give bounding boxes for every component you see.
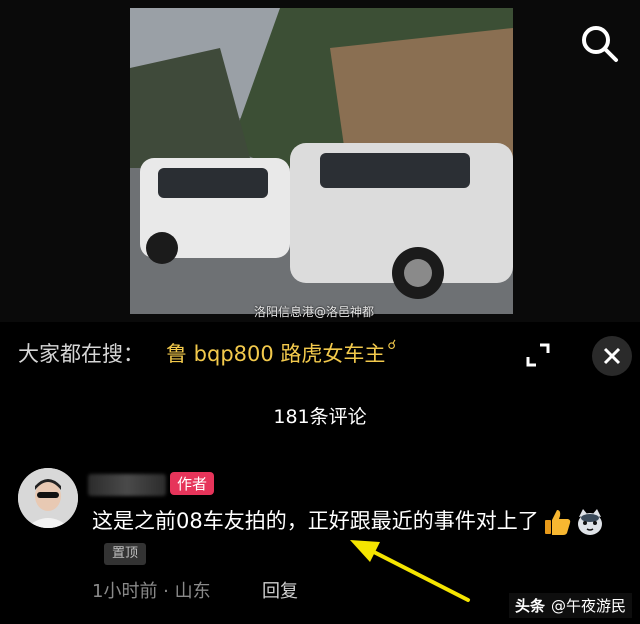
avatar[interactable] xyxy=(18,468,78,528)
video-frame[interactable] xyxy=(130,8,513,314)
trending-search-term[interactable]: 鲁 bqp800 路虎女车主 ☌ xyxy=(166,338,396,368)
attribution-platform: 头条 xyxy=(514,597,545,615)
comment-count: 181条评论 xyxy=(273,406,367,428)
annotation-arrow-icon xyxy=(350,540,470,602)
search-icon[interactable] xyxy=(578,22,622,66)
close-button[interactable] xyxy=(592,336,632,376)
search-icon: ☌ xyxy=(387,338,397,353)
thumbs-up-icon xyxy=(544,510,570,535)
video-watermark: 洛阳信息港@洛邑神都 xyxy=(254,305,375,319)
reply-button[interactable]: 回复 xyxy=(262,577,298,603)
author-badge: 作者 xyxy=(170,472,215,495)
avatar-image xyxy=(18,468,78,528)
source-attribution: 头条 @午夜游民 xyxy=(508,593,632,618)
attribution-account: @午夜游民 xyxy=(550,597,626,615)
video-player[interactable]: 洛阳信息港@洛邑神都 xyxy=(0,0,640,322)
trending-search-term-text: 鲁 bqp800 路虎女车主 xyxy=(166,342,386,366)
pinned-badge: 置顶 xyxy=(104,543,147,565)
cat-face-icon xyxy=(577,509,602,535)
comment-meta: 1小时前 · 山东 xyxy=(92,581,211,602)
close-icon xyxy=(603,347,621,365)
video-scene-image xyxy=(130,8,513,314)
expand-icon[interactable] xyxy=(520,337,556,373)
trending-search-prefix: 大家都在搜： xyxy=(18,342,144,366)
username-redacted[interactable] xyxy=(88,474,166,496)
